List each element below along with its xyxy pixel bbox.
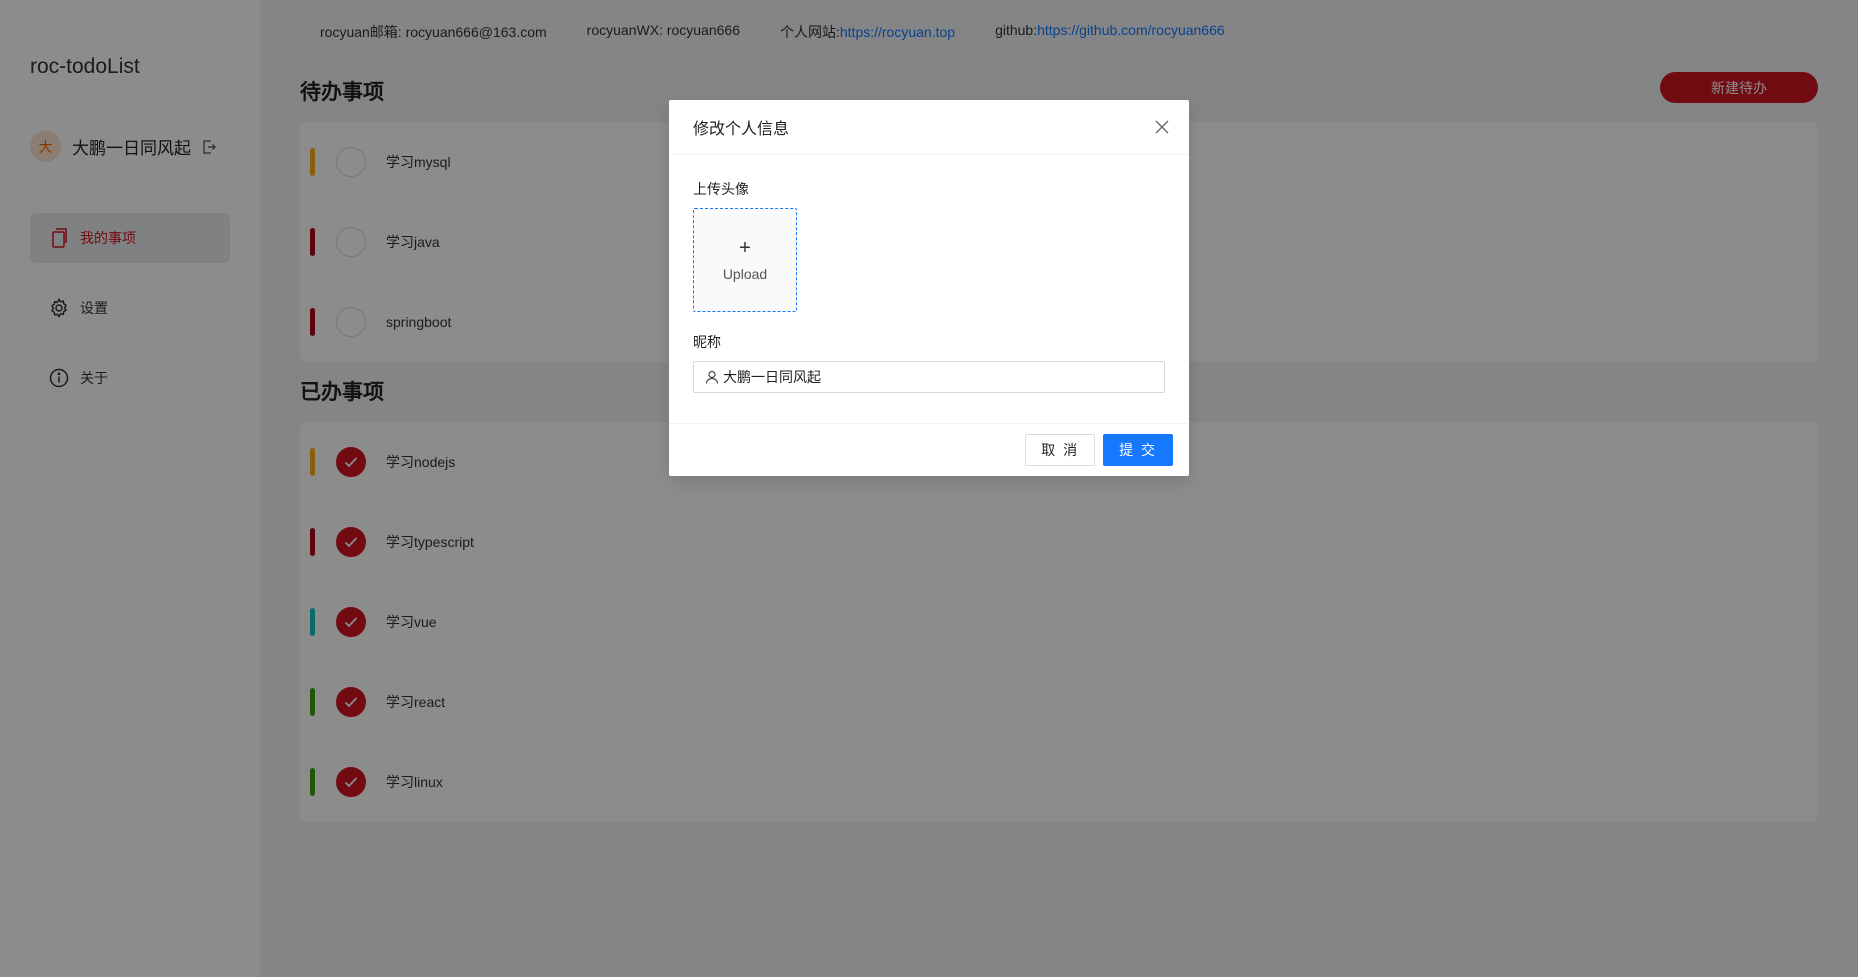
- avatar-upload[interactable]: + Upload: [693, 208, 797, 312]
- plus-icon: +: [739, 237, 751, 259]
- nickname-field[interactable]: [693, 361, 1165, 393]
- modal-footer: 取 消 提 交: [669, 423, 1189, 476]
- modal-header: 修改个人信息: [669, 100, 1189, 155]
- cancel-button[interactable]: 取 消: [1025, 434, 1096, 466]
- submit-button[interactable]: 提 交: [1103, 434, 1173, 466]
- avatar-upload-label: 上传头像: [693, 181, 749, 197]
- upload-text: Upload: [722, 266, 768, 282]
- modal-title: 修改个人信息: [693, 121, 790, 138]
- nickname-label: 昵称: [693, 334, 721, 350]
- modal-body: 上传头像 + Upload 昵称: [669, 155, 1189, 417]
- nickname-input[interactable]: [723, 369, 1143, 385]
- edit-profile-modal: 修改个人信息 上传头像 + Upload 昵称 取 消 提 交: [669, 100, 1189, 476]
- user-icon: [705, 370, 719, 384]
- close-icon[interactable]: [1151, 116, 1173, 138]
